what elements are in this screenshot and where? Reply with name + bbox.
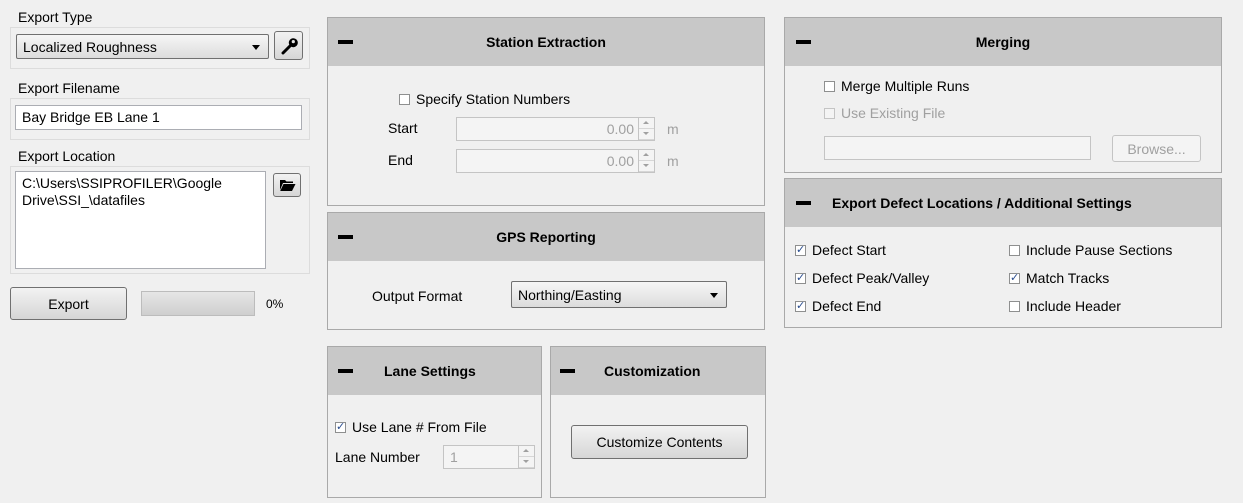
export-type-label: Export Type — [18, 9, 93, 25]
start-spinner[interactable] — [638, 118, 654, 140]
export-button-label: Export — [48, 295, 89, 312]
station-extraction-panel: Station Extraction Specify Station Numbe… — [327, 17, 765, 206]
export-button[interactable]: Export — [10, 287, 127, 320]
defect-end-label: Defect End — [812, 298, 882, 314]
lane-number-label: Lane Number — [335, 449, 420, 465]
defect-locations-title: Export Defect Locations / Additional Set… — [832, 195, 1132, 211]
use-existing-file-box[interactable] — [824, 107, 835, 119]
export-location-browse-button[interactable] — [273, 173, 301, 197]
include-pause-sections-checkbox[interactable]: Include Pause Sections — [1009, 242, 1172, 258]
defect-end-checkbox[interactable]: Defect End — [795, 298, 881, 314]
match-tracks-box[interactable] — [1009, 271, 1020, 284]
export-filename-label: Export Filename — [18, 80, 120, 96]
merge-multiple-runs-checkbox[interactable]: Merge Multiple Runs — [824, 78, 969, 94]
browse-button-label: Browse... — [1127, 140, 1186, 157]
export-location-value: C:\Users\SSIPROFILER\Google Drive\SSI_\d… — [22, 175, 222, 208]
export-settings-button[interactable] — [274, 31, 303, 60]
export-location-label: Export Location — [18, 148, 116, 164]
customization-panel: Customization Customize Contents — [550, 346, 766, 498]
chevron-down-icon — [252, 44, 260, 50]
customization-title: Customization — [604, 363, 701, 379]
wrench-icon — [281, 37, 298, 54]
start-label: Start — [388, 120, 418, 136]
gps-reporting-title: GPS Reporting — [496, 229, 596, 245]
output-format-label: Output Format — [372, 288, 463, 304]
use-lane-from-file-checkbox[interactable]: Use Lane # From File — [335, 419, 487, 435]
spin-up-icon[interactable] — [639, 150, 654, 161]
include-header-checkbox[interactable]: Include Header — [1009, 298, 1121, 314]
start-station-input[interactable]: 0.00 — [456, 117, 655, 141]
use-existing-file-label: Use Existing File — [841, 105, 946, 121]
folder-open-icon — [279, 180, 295, 191]
start-unit: m — [667, 121, 679, 137]
gps-reporting-header[interactable]: GPS Reporting — [328, 213, 764, 261]
defect-start-label: Defect Start — [812, 242, 886, 258]
lane-settings-panel: Lane Settings Use Lane # From File Lane … — [327, 346, 542, 498]
station-extraction-title: Station Extraction — [486, 34, 606, 50]
export-type-value: Localized Roughness — [23, 38, 157, 55]
include-header-box[interactable] — [1009, 300, 1020, 312]
spin-down-icon[interactable] — [519, 457, 534, 468]
export-type-select[interactable]: Localized Roughness — [16, 34, 269, 59]
include-header-label: Include Header — [1026, 298, 1121, 314]
browse-button[interactable]: Browse... — [1112, 135, 1201, 162]
lane-settings-title: Lane Settings — [384, 363, 476, 379]
station-extraction-header[interactable]: Station Extraction — [328, 18, 764, 66]
spin-up-icon[interactable] — [519, 446, 534, 457]
customization-header[interactable]: Customization — [551, 347, 765, 395]
start-station-value: 0.00 — [606, 121, 634, 137]
gps-reporting-panel: GPS Reporting Output Format Northing/Eas… — [327, 212, 765, 330]
lane-number-value: 1 — [450, 449, 458, 465]
merging-panel: Merging Merge Multiple Runs Use Existing… — [784, 17, 1222, 173]
export-progress-text: 0% — [266, 297, 284, 311]
end-station-input[interactable]: 0.00 — [456, 149, 655, 173]
specify-station-numbers-box[interactable] — [399, 93, 410, 105]
spin-down-icon[interactable] — [639, 161, 654, 172]
spin-down-icon[interactable] — [639, 129, 654, 140]
spin-up-icon[interactable] — [639, 118, 654, 129]
merging-header[interactable]: Merging — [785, 18, 1221, 66]
collapse-icon[interactable] — [560, 369, 575, 373]
end-label: End — [388, 152, 413, 168]
lane-number-input[interactable]: 1 — [443, 445, 535, 469]
collapse-icon[interactable] — [338, 369, 353, 373]
output-format-select[interactable]: Northing/Easting — [511, 281, 727, 308]
end-unit: m — [667, 153, 679, 169]
existing-file-path-input[interactable] — [824, 136, 1091, 160]
defect-peak-valley-label: Defect Peak/Valley — [812, 270, 930, 286]
merge-multiple-runs-box[interactable] — [824, 80, 835, 92]
merge-multiple-runs-label: Merge Multiple Runs — [841, 78, 970, 94]
output-format-value: Northing/Easting — [518, 286, 622, 303]
defect-peak-valley-box[interactable] — [795, 271, 806, 284]
defect-start-checkbox[interactable]: Defect Start — [795, 242, 886, 258]
defect-locations-header[interactable]: Export Defect Locations / Additional Set… — [785, 179, 1221, 227]
export-progress-bar — [141, 291, 255, 316]
customize-contents-label: Customize Contents — [596, 434, 723, 450]
match-tracks-checkbox[interactable]: Match Tracks — [1009, 270, 1109, 286]
match-tracks-label: Match Tracks — [1026, 270, 1110, 286]
customize-contents-button[interactable]: Customize Contents — [571, 425, 748, 459]
defect-end-box[interactable] — [795, 299, 806, 312]
lane-number-spinner[interactable] — [518, 446, 534, 468]
include-pause-sections-label: Include Pause Sections — [1026, 242, 1173, 258]
end-spinner[interactable] — [638, 150, 654, 172]
export-filename-value: Bay Bridge EB Lane 1 — [22, 109, 160, 125]
defect-locations-panel: Export Defect Locations / Additional Set… — [784, 178, 1222, 328]
export-filename-input[interactable]: Bay Bridge EB Lane 1 — [15, 105, 302, 130]
specify-station-numbers-checkbox[interactable]: Specify Station Numbers — [399, 91, 570, 107]
export-location-input[interactable]: C:\Users\SSIPROFILER\Google Drive\SSI_\d… — [15, 171, 266, 269]
specify-station-numbers-label: Specify Station Numbers — [416, 91, 571, 107]
include-pause-sections-box[interactable] — [1009, 244, 1020, 256]
chevron-down-icon — [710, 292, 718, 298]
use-existing-file-checkbox[interactable]: Use Existing File — [824, 105, 945, 121]
defect-start-box[interactable] — [795, 243, 806, 256]
lane-settings-header[interactable]: Lane Settings — [328, 347, 541, 395]
end-station-value: 0.00 — [606, 153, 634, 169]
merging-title: Merging — [975, 34, 1031, 50]
collapse-icon[interactable] — [796, 201, 811, 205]
use-lane-from-file-box[interactable] — [335, 420, 346, 433]
use-lane-from-file-label: Use Lane # From File — [352, 419, 487, 435]
defect-peak-valley-checkbox[interactable]: Defect Peak/Valley — [795, 270, 929, 286]
